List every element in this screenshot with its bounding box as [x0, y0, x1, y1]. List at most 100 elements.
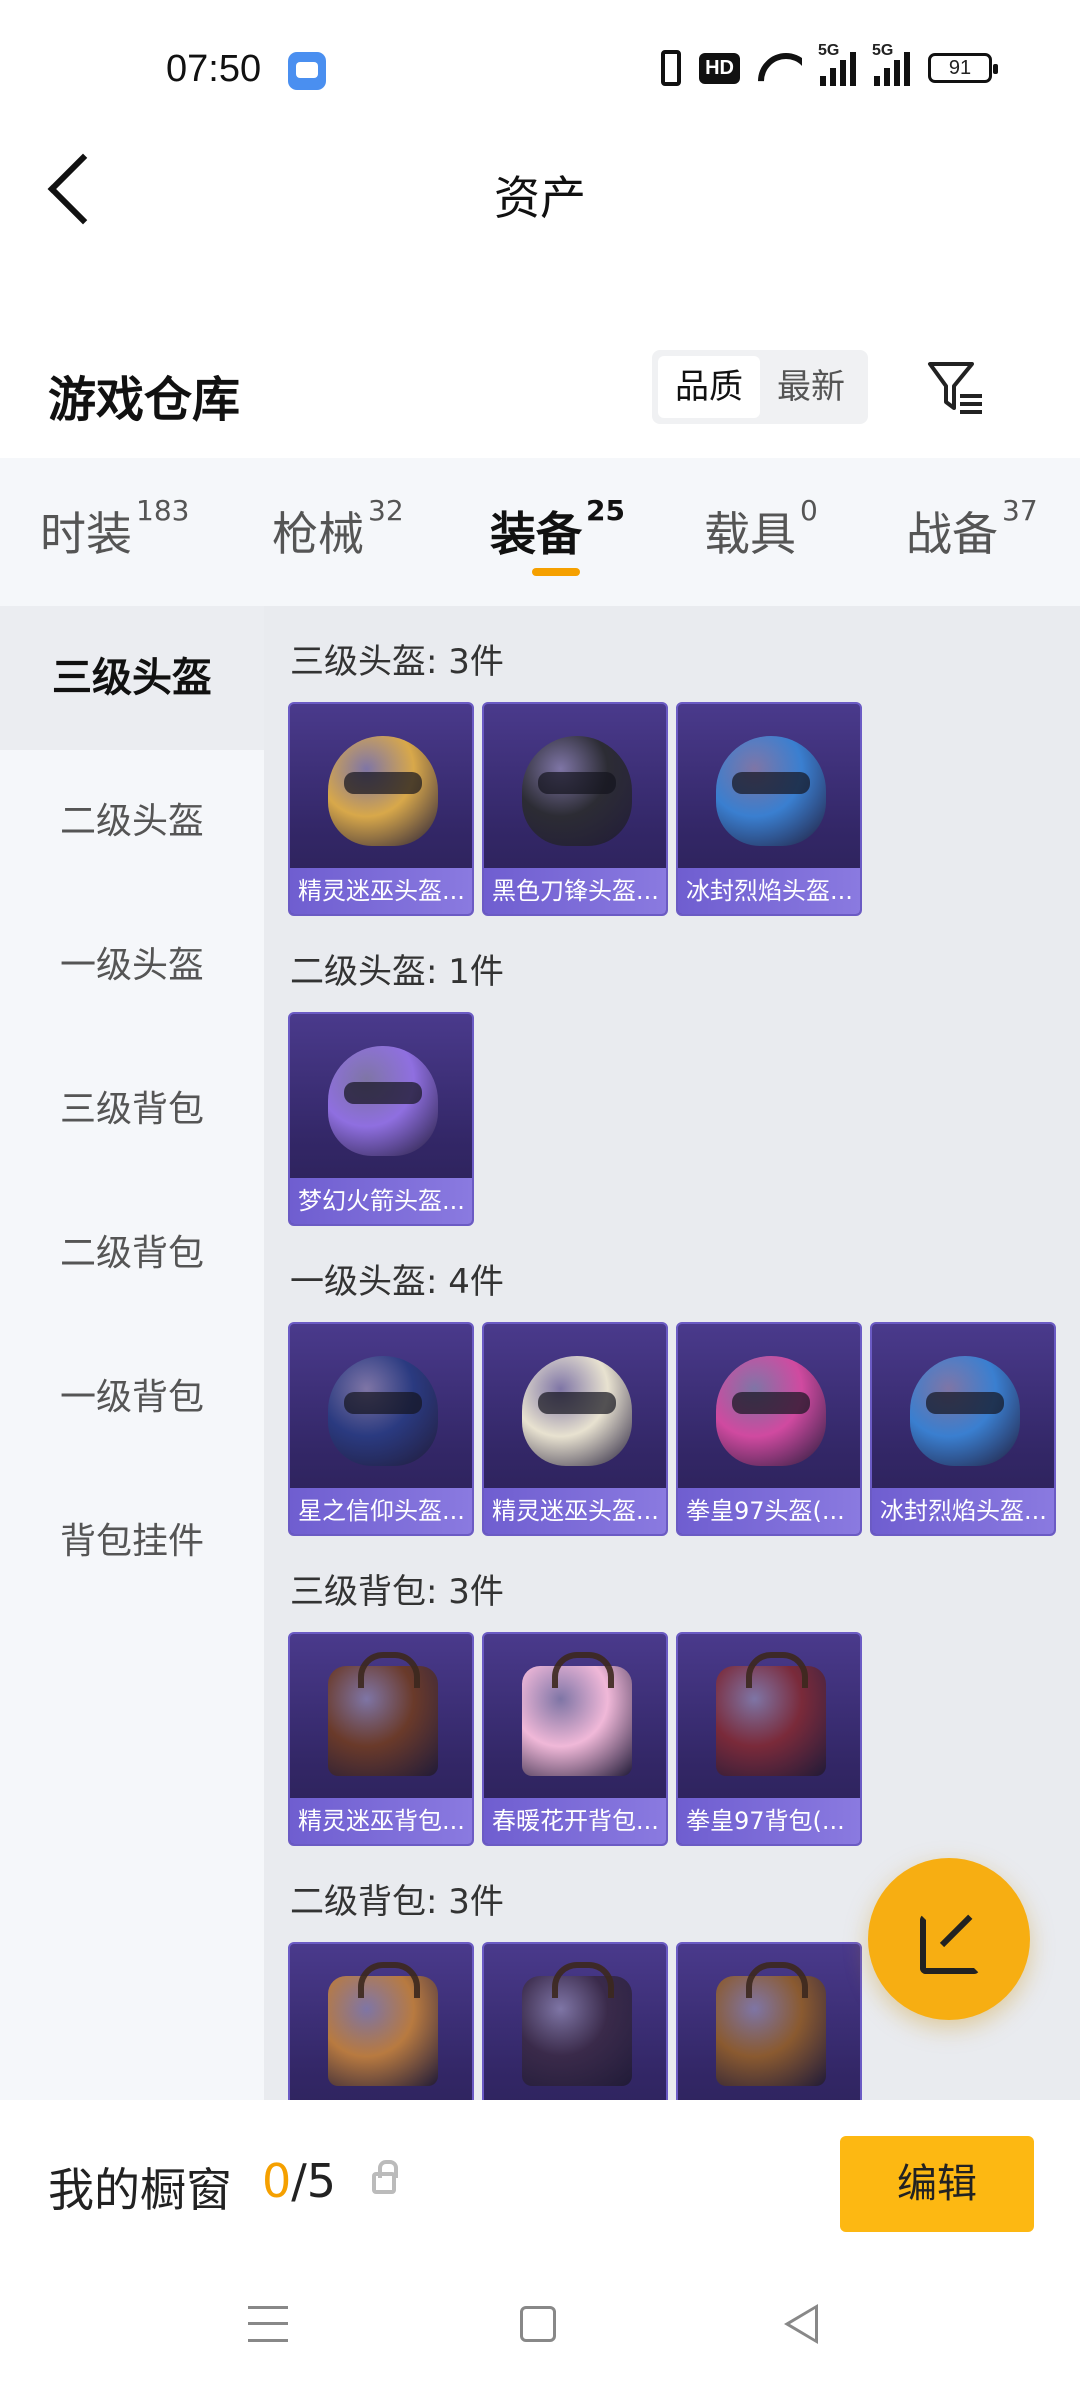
- sidebar-item-level1-backpack[interactable]: 一级背包: [0, 1326, 264, 1470]
- item-name: 冰封烈焰头盔...: [872, 1488, 1054, 1534]
- sidebar-item-level1-helmet[interactable]: 一级头盔: [0, 894, 264, 1038]
- sort-quality-button[interactable]: 品质: [658, 356, 760, 418]
- signal-icon-2: 5G: [872, 42, 910, 86]
- signal-1-label: 5G: [818, 42, 840, 59]
- showcase-label: 我的橱窗: [48, 2163, 232, 2217]
- tab-label: 载具: [704, 507, 796, 561]
- filter-button[interactable]: [924, 356, 988, 420]
- item-card[interactable]: [676, 1942, 862, 2100]
- sidebar-item-level3-helmet[interactable]: 三级头盔: [0, 606, 264, 750]
- item-name: 星之信仰头盔...: [290, 1488, 472, 1534]
- item-card[interactable]: 梦幻火箭头盔...: [288, 1012, 474, 1226]
- wifi-icon: [758, 51, 802, 85]
- backpack-image: [328, 1962, 438, 2086]
- item-name: 精灵迷巫头盔...: [290, 868, 472, 914]
- tab-label: 时装: [40, 507, 132, 561]
- active-tab-indicator: [532, 568, 580, 576]
- vibrate-icon: [661, 50, 682, 86]
- helmet-image: [328, 1046, 438, 1156]
- hd-icon: HD: [699, 52, 740, 84]
- item-name: 春暖花开背包...: [484, 1798, 666, 1844]
- item-name: 精灵迷巫头盔...: [484, 1488, 666, 1534]
- home-icon[interactable]: [520, 2306, 556, 2342]
- lock-icon: [372, 2160, 398, 2194]
- signal-icon-1: 5G: [818, 42, 856, 86]
- item-card[interactable]: 春暖花开背包...: [482, 1632, 668, 1846]
- backpack-image: [716, 1652, 826, 1776]
- item-card[interactable]: 精灵迷巫头盔...: [288, 702, 474, 916]
- tab-equipment[interactable]: 装备 25: [490, 494, 625, 564]
- tab-vehicles[interactable]: 载具 0: [704, 494, 818, 564]
- item-name: 黑色刀锋头盔...: [484, 868, 666, 914]
- sort-toggle: 品质 最新: [652, 350, 868, 424]
- backpack-image: [716, 1962, 826, 2086]
- signal-2-label: 5G: [872, 42, 894, 59]
- sidebar-item-level3-backpack[interactable]: 三级背包: [0, 1038, 264, 1182]
- group-title: 三级背包: 3件: [290, 1572, 504, 1612]
- item-name: 冰封烈焰头盔...: [678, 868, 860, 914]
- sidebar-item-level2-backpack[interactable]: 二级背包: [0, 1182, 264, 1326]
- helmet-image: [716, 736, 826, 846]
- item-card[interactable]: 冰封烈焰头盔...: [676, 702, 862, 916]
- helmet-image: [328, 1356, 438, 1466]
- tab-guns[interactable]: 枪械 32: [272, 494, 404, 564]
- item-card[interactable]: 冰封烈焰头盔...: [870, 1322, 1056, 1536]
- tab-count: 37: [1002, 494, 1038, 527]
- tab-count: 32: [368, 494, 404, 527]
- helmet-image: [522, 736, 632, 846]
- tab-gear[interactable]: 战备 37: [906, 494, 1038, 564]
- system-nav-bar: [0, 2260, 1080, 2400]
- tab-count: 0: [800, 494, 818, 527]
- item-card[interactable]: 黑色刀锋头盔...: [482, 702, 668, 916]
- helmet-image: [716, 1356, 826, 1466]
- menu-icon[interactable]: [248, 2306, 288, 2342]
- item-card[interactable]: [482, 1942, 668, 2100]
- status-bar: 07:50 HD 5G 5G 91: [0, 0, 1080, 120]
- showcase-total: 5: [306, 2154, 337, 2208]
- item-card[interactable]: 拳皇97头盔(...: [676, 1322, 862, 1536]
- backpack-image: [522, 1962, 632, 2086]
- showcase-separator: /: [291, 2154, 307, 2208]
- page-title: 资产: [494, 171, 586, 225]
- item-name: 精灵迷巫背包...: [290, 1798, 472, 1844]
- tab-label: 装备: [490, 507, 582, 561]
- category-sidebar: 三级头盔 二级头盔 一级头盔 三级背包 二级背包 一级背包 背包挂件: [0, 606, 264, 2100]
- notification-app-icon: [288, 52, 326, 90]
- showcase-count: 0/5: [262, 2154, 336, 2208]
- group-title: 一级头盔: 4件: [290, 1262, 504, 1302]
- item-card[interactable]: 精灵迷巫背包...: [288, 1632, 474, 1846]
- category-tabs: 时装 183 枪械 32 装备 25 载具 0 战备 37: [0, 458, 1080, 606]
- backpack-image: [522, 1652, 632, 1776]
- status-indicators: HD 5G 5G 91: [661, 42, 998, 86]
- item-name: 拳皇97背包(...: [678, 1798, 860, 1844]
- helmet-image: [328, 736, 438, 846]
- sidebar-item-backpack-charm[interactable]: 背包挂件: [0, 1470, 264, 1614]
- item-card[interactable]: 拳皇97背包(...: [676, 1632, 862, 1846]
- helmet-image: [522, 1356, 632, 1466]
- item-card[interactable]: 星之信仰头盔...: [288, 1322, 474, 1536]
- status-time: 07:50: [166, 48, 262, 90]
- showcase-bar: 我的橱窗 0/5 编辑: [0, 2100, 1080, 2260]
- sidebar-item-level2-helmet[interactable]: 二级头盔: [0, 750, 264, 894]
- tab-fashion[interactable]: 时装 183: [40, 494, 189, 564]
- battery-icon: 91: [928, 53, 998, 83]
- group-title: 三级头盔: 3件: [290, 642, 504, 682]
- item-card[interactable]: 精灵迷巫头盔...: [482, 1322, 668, 1536]
- section-title: 游戏仓库: [48, 372, 241, 428]
- tab-label: 枪械: [272, 507, 364, 561]
- tab-count: 25: [586, 494, 625, 527]
- group-title: 二级头盔: 1件: [290, 952, 504, 992]
- share-button[interactable]: [868, 1858, 1030, 2020]
- tab-label: 战备: [906, 507, 998, 561]
- tab-count: 183: [136, 494, 190, 527]
- item-card[interactable]: [288, 1942, 474, 2100]
- backpack-image: [328, 1652, 438, 1776]
- edit-button[interactable]: 编辑: [840, 2136, 1034, 2232]
- sort-newest-button[interactable]: 最新: [760, 356, 862, 418]
- item-name: 梦幻火箭头盔...: [290, 1178, 472, 1224]
- item-name: 拳皇97头盔(...: [678, 1488, 860, 1534]
- back-triangle-icon[interactable]: [784, 2304, 818, 2344]
- group-title: 二级背包: 3件: [290, 1882, 504, 1922]
- helmet-image: [910, 1356, 1020, 1466]
- showcase-current: 0: [262, 2154, 292, 2208]
